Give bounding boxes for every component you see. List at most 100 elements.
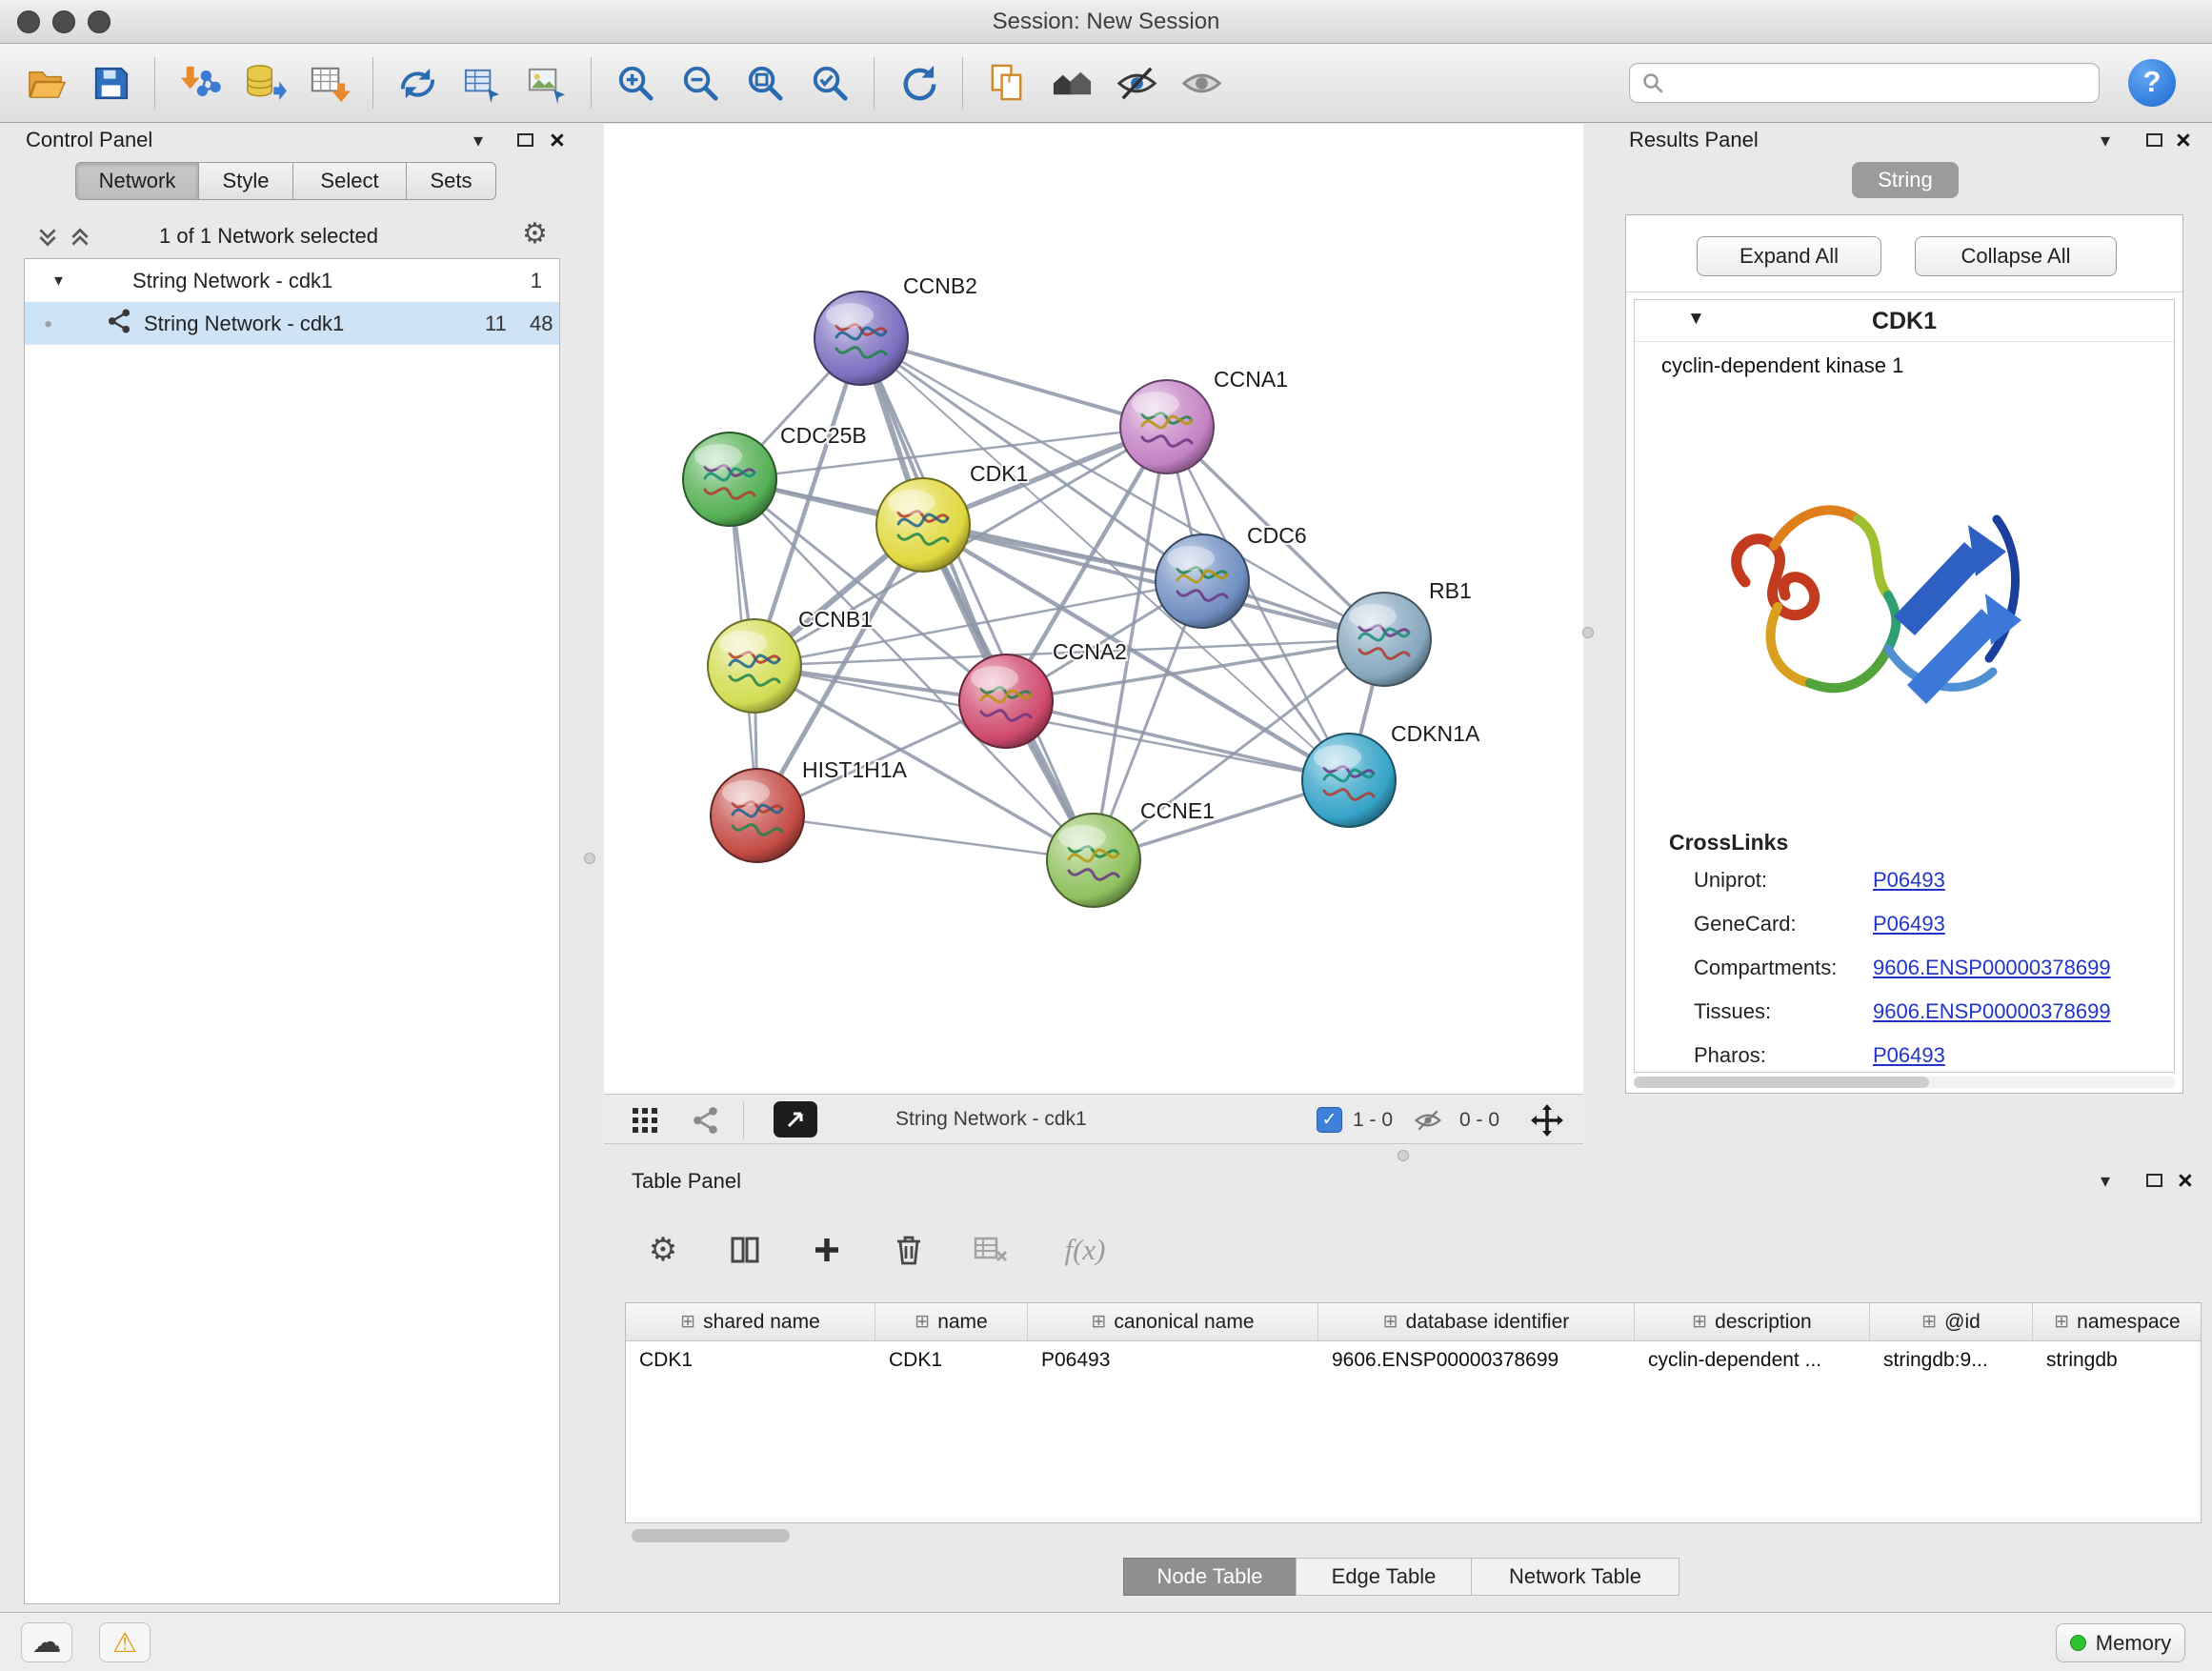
genecard-link[interactable]: P06493 [1873,912,1945,936]
tab-network[interactable]: Network [75,162,199,200]
search-input[interactable] [1672,70,2087,95]
float-panel-icon[interactable]: ▾ [473,126,483,154]
network-edge[interactable] [757,815,1094,860]
network-edge[interactable] [861,338,1094,860]
network-edge[interactable] [1006,701,1349,780]
memory-button[interactable]: Memory [2056,1623,2185,1662]
tab-select[interactable]: Select [292,162,407,200]
right-splitter-handle[interactable] [1582,627,1594,638]
network-node[interactable] [1302,734,1396,827]
clear-table-icon[interactable] [970,1229,1012,1271]
show-all-button[interactable] [1175,53,1228,112]
tissues-link[interactable]: 9606.ENSP00000378699 [1873,999,2111,1024]
clone-network-button[interactable] [980,53,1034,112]
compartments-link[interactable]: 9606.ENSP00000378699 [1873,956,2111,980]
import-table-file-button[interactable] [302,53,355,112]
tab-network-table[interactable]: Network Table [1471,1558,1679,1596]
minimize-window-button[interactable] [52,10,75,33]
cell-canonical-name[interactable]: P06493 [1028,1349,1318,1372]
table-horizontal-scrollbar[interactable] [625,1529,2202,1542]
maximize-panel-icon[interactable] [2146,1166,2162,1195]
pharos-link[interactable]: P06493 [1873,1043,1945,1068]
home-button[interactable] [1045,53,1098,112]
close-panel-icon[interactable]: × [2176,126,2191,154]
cloud-status-button[interactable]: ☁ [21,1622,72,1662]
column-header-id[interactable]: ⊞@id [1870,1303,2033,1340]
left-splitter-handle[interactable] [584,853,595,864]
show-columns-icon[interactable] [724,1229,766,1271]
network-options-gear-icon[interactable]: ⚙ [522,219,548,248]
column-header-shared-name[interactable]: ⊞shared name [626,1303,875,1340]
network-view-canvas[interactable]: CCNB2CCNA1CDC25BCDK1CDC6RB1CCNB1CCNA2CDK… [604,124,1583,1094]
network-node[interactable] [959,654,1053,748]
cell-description[interactable]: cyclin-dependent ... [1635,1349,1870,1372]
tab-node-table[interactable]: Node Table [1123,1558,1297,1596]
zoom-selected-button[interactable] [803,53,856,112]
import-network-file-button[interactable] [172,53,226,112]
network-edge[interactable] [861,338,1167,427]
warnings-button[interactable]: ⚠ [99,1622,151,1662]
open-in-browser-button[interactable] [774,1101,817,1137]
delete-column-icon[interactable] [888,1229,930,1271]
tab-style[interactable]: Style [198,162,293,200]
results-horizontal-scrollbar[interactable] [1634,1077,2175,1088]
open-session-button[interactable] [19,53,72,112]
export-table-button[interactable] [455,53,509,112]
network-node[interactable] [814,292,908,385]
apply-layout-button[interactable] [892,53,945,112]
network-node[interactable] [876,478,970,572]
add-column-icon[interactable] [806,1229,848,1271]
network-node[interactable] [1047,814,1140,907]
zoom-fit-button[interactable] [738,53,792,112]
zoom-window-button[interactable] [88,10,111,33]
scrollbar-thumb[interactable] [632,1529,790,1542]
network-node[interactable] [683,433,776,526]
table-options-gear-icon[interactable]: ⚙ [642,1229,684,1271]
new-network-from-selection-button[interactable] [391,53,444,112]
function-builder-icon[interactable]: f(x) [1052,1229,1118,1271]
network-node[interactable] [708,619,801,713]
cell-namespace[interactable]: stringdb [2033,1349,2202,1372]
maximize-panel-icon[interactable] [517,126,533,154]
column-header-name[interactable]: ⊞name [875,1303,1028,1340]
zoom-out-button[interactable] [674,53,727,112]
string-results-tab[interactable]: String [1852,162,1959,198]
network-node[interactable] [1156,534,1249,628]
help-button[interactable]: ? [2128,59,2176,107]
expand-all-button[interactable]: Expand All [1697,236,1881,276]
bottom-splitter-handle[interactable] [1398,1150,1409,1161]
float-panel-icon[interactable]: ▾ [2101,126,2110,154]
hide-selected-button[interactable] [1110,53,1163,112]
network-edge[interactable] [1006,639,1384,701]
tab-edge-table[interactable]: Edge Table [1296,1558,1472,1596]
cell-name[interactable]: CDK1 [875,1349,1028,1372]
tab-sets[interactable]: Sets [406,162,496,200]
close-panel-icon[interactable]: × [550,126,565,154]
network-row[interactable]: ● String Network - cdk1 11 48 [25,302,559,345]
close-panel-icon[interactable]: × [2178,1166,2193,1195]
column-header-description[interactable]: ⊞description [1635,1303,1870,1340]
network-overview-icon[interactable] [692,1106,720,1139]
section-collapse-icon[interactable]: ▼ [1687,309,1705,330]
table-row[interactable]: CDK1 CDK1 P06493 9606.ENSP00000378699 cy… [626,1341,2201,1379]
float-panel-icon[interactable]: ▾ [2101,1166,2110,1195]
export-image-button[interactable] [520,53,573,112]
maximize-panel-icon[interactable] [2146,126,2162,154]
close-window-button[interactable] [17,10,40,33]
zoom-in-button[interactable] [609,53,662,112]
cell-shared-name[interactable]: CDK1 [626,1349,875,1372]
collection-expander-icon[interactable]: ▼ [51,272,66,289]
network-node[interactable] [1120,380,1214,473]
column-header-namespace[interactable]: ⊞namespace [2033,1303,2202,1340]
selected-indicator-checkbox[interactable]: ✓ [1317,1107,1342,1133]
uniprot-link[interactable]: P06493 [1873,868,1945,893]
network-node[interactable] [1337,593,1431,686]
network-node[interactable] [711,769,804,862]
pan-move-icon[interactable] [1530,1103,1564,1142]
save-session-button[interactable] [84,53,137,112]
collapse-all-button[interactable]: Collapse All [1915,236,2117,276]
cell-database-identifier[interactable]: 9606.ENSP00000378699 [1318,1349,1635,1372]
scrollbar-thumb[interactable] [1634,1077,1929,1088]
column-header-canonical-name[interactable]: ⊞canonical name [1028,1303,1318,1340]
import-network-database-button[interactable] [237,53,291,112]
